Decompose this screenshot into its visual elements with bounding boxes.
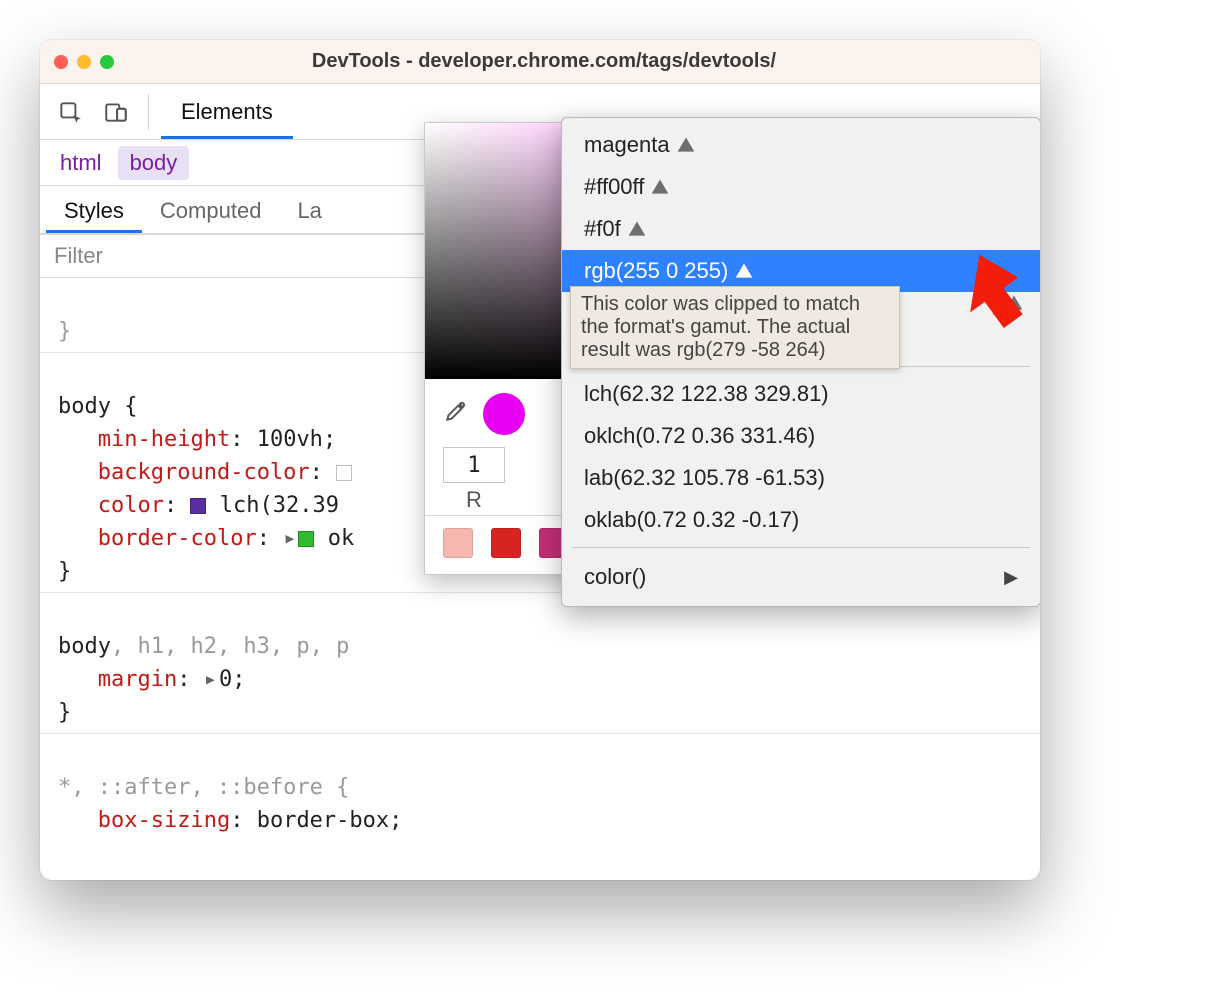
css-prop[interactable]: border-color bbox=[98, 526, 257, 551]
menu-item-label: oklab(0.72 0.32 -0.17) bbox=[584, 507, 799, 533]
inspect-element-icon[interactable] bbox=[50, 92, 90, 132]
css-prop[interactable]: margin bbox=[98, 667, 177, 692]
rule-selector[interactable]: *, ::after, ::before { bbox=[58, 775, 349, 800]
warning-icon bbox=[676, 135, 696, 155]
menu-item-label: #ff00ff bbox=[584, 174, 644, 200]
tab-elements[interactable]: Elements bbox=[161, 85, 293, 139]
annotation-arrow-icon bbox=[945, 241, 1040, 343]
color-format-menu-item[interactable]: oklch(0.72 0.36 331.46) bbox=[562, 415, 1040, 457]
titlebar: DevTools - developer.chrome.com/tags/dev… bbox=[40, 40, 1040, 84]
gamut-clip-tooltip: This color was clipped to match the form… bbox=[570, 286, 900, 369]
menu-item-label: oklch(0.72 0.36 331.46) bbox=[584, 423, 815, 449]
menu-item-label: rgb(255 0 255) bbox=[584, 258, 728, 284]
menu-item-color-fn[interactable]: color() ▶ bbox=[562, 554, 1040, 600]
channel-label-r: R bbox=[443, 487, 505, 513]
warning-icon bbox=[627, 219, 647, 239]
expand-triangle-icon[interactable]: ▸ bbox=[270, 522, 297, 555]
color-format-menu: magenta#ff00ff#f0frgb(255 0 255) ) hwb(3… bbox=[561, 117, 1040, 607]
toolbar-divider bbox=[148, 94, 149, 130]
rule-close: } bbox=[58, 319, 71, 344]
subtab-computed[interactable]: Computed bbox=[142, 186, 280, 233]
css-value[interactable]: border-box bbox=[257, 808, 389, 833]
css-prop[interactable]: color bbox=[98, 493, 164, 518]
window-title: DevTools - developer.chrome.com/tags/dev… bbox=[124, 50, 964, 73]
palette-swatch[interactable] bbox=[491, 528, 521, 558]
color-format-menu-item[interactable]: oklab(0.72 0.32 -0.17) bbox=[562, 499, 1040, 541]
color-swatch[interactable] bbox=[336, 465, 352, 481]
css-value[interactable]: 100vh bbox=[257, 427, 323, 452]
css-value[interactable]: 0 bbox=[219, 667, 232, 692]
rule-selector[interactable]: body { bbox=[58, 394, 137, 419]
warning-icon bbox=[734, 261, 754, 281]
css-prop[interactable]: box-sizing bbox=[98, 808, 230, 833]
subtab-layout[interactable]: La bbox=[279, 186, 339, 233]
current-color-swatch[interactable] bbox=[483, 393, 525, 435]
minimize-window-button[interactable] bbox=[77, 55, 91, 69]
zoom-window-button[interactable] bbox=[100, 55, 114, 69]
menu-item-label: #f0f bbox=[584, 216, 621, 242]
device-toolbar-icon[interactable] bbox=[96, 92, 136, 132]
menu-item-label: lch(62.32 122.38 329.81) bbox=[584, 381, 829, 407]
warning-icon bbox=[650, 177, 670, 197]
color-format-menu-item[interactable]: magenta bbox=[562, 124, 1040, 166]
menu-divider bbox=[572, 547, 1030, 548]
chevron-right-icon: ▶ bbox=[1004, 567, 1018, 588]
css-value[interactable]: ok bbox=[328, 526, 355, 551]
color-swatch[interactable] bbox=[190, 498, 206, 514]
breadcrumb-body[interactable]: body bbox=[118, 146, 190, 180]
color-format-menu-item[interactable]: #ff00ff bbox=[562, 166, 1040, 208]
rule-selector[interactable]: body, h1, h2, h3, p, p bbox=[58, 634, 349, 659]
window-controls bbox=[54, 55, 114, 69]
devtools-window: DevTools - developer.chrome.com/tags/dev… bbox=[40, 40, 1040, 880]
expand-triangle-icon[interactable]: ▸ bbox=[190, 663, 217, 696]
close-window-button[interactable] bbox=[54, 55, 68, 69]
menu-item-label: lab(62.32 105.78 -61.53) bbox=[584, 465, 825, 491]
alpha-input[interactable]: 1 bbox=[443, 447, 505, 483]
color-format-menu-item[interactable]: lab(62.32 105.78 -61.53) bbox=[562, 457, 1040, 499]
breadcrumb-html[interactable]: html bbox=[48, 146, 114, 180]
rule-close: } bbox=[58, 700, 71, 725]
css-value[interactable]: lch(32.39 bbox=[220, 493, 352, 518]
css-prop[interactable]: min-height bbox=[98, 427, 230, 452]
subtab-styles[interactable]: Styles bbox=[46, 186, 142, 233]
menu-item-label: magenta bbox=[584, 132, 670, 158]
eyedropper-icon[interactable] bbox=[443, 398, 469, 430]
color-swatch[interactable] bbox=[298, 531, 314, 547]
css-prop[interactable]: background-color bbox=[98, 460, 310, 485]
color-picker-popup: 1 R ▲ ▼ magenta#ff00ff#f0frgb(255 0 255)… bbox=[424, 122, 1038, 575]
rule-close: } bbox=[58, 559, 71, 584]
palette-swatch[interactable] bbox=[443, 528, 473, 558]
color-format-menu-item[interactable]: lch(62.32 122.38 329.81) bbox=[562, 373, 1040, 415]
